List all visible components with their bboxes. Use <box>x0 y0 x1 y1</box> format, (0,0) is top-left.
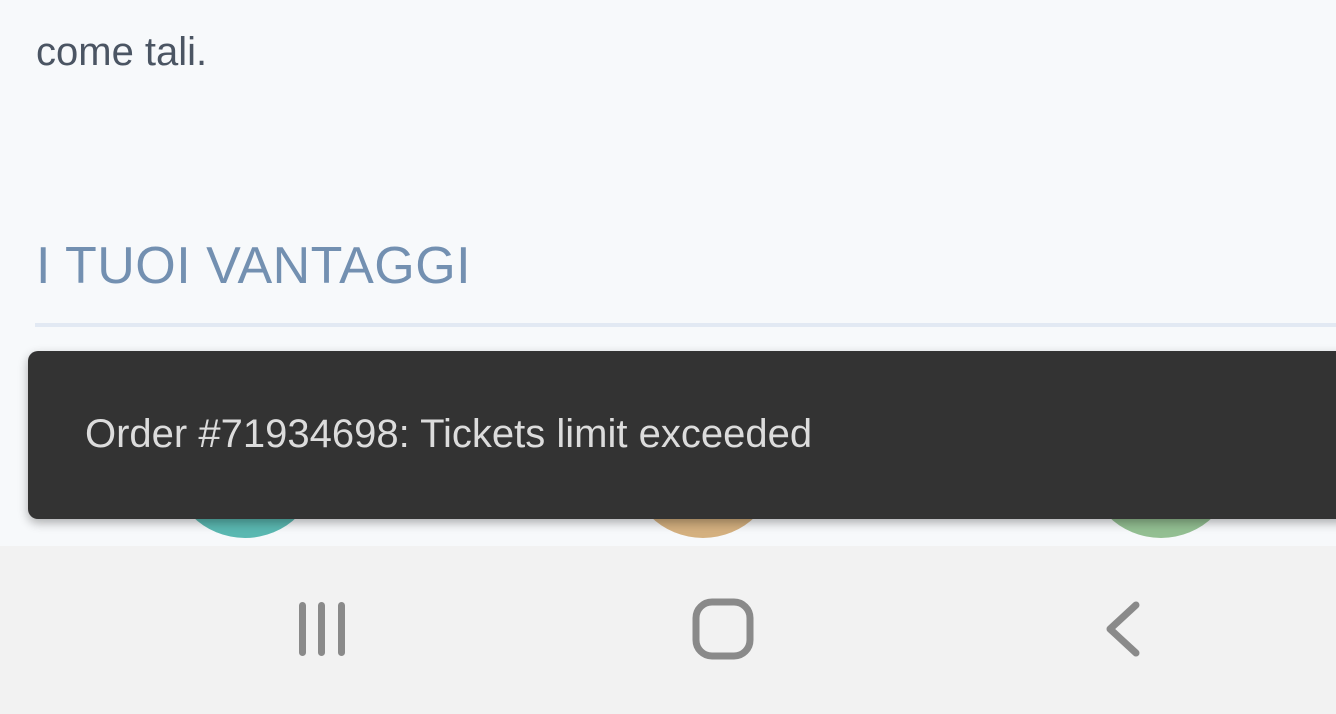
home-icon <box>692 598 754 660</box>
body-text: come tali. <box>36 30 208 74</box>
recents-icon <box>299 602 345 656</box>
section-divider <box>35 323 1336 327</box>
back-icon <box>1106 601 1140 657</box>
home-button[interactable] <box>663 576 783 682</box>
recents-button[interactable] <box>262 576 382 682</box>
snackbar-message: Order #71934698: Tickets limit exceeded <box>85 412 813 456</box>
system-navigation-bar <box>0 546 1336 714</box>
snackbar: Order #71934698: Tickets limit exceeded <box>28 351 1336 519</box>
section-heading: I TUOI VANTAGGI <box>36 237 472 295</box>
back-button[interactable] <box>1066 576 1186 682</box>
